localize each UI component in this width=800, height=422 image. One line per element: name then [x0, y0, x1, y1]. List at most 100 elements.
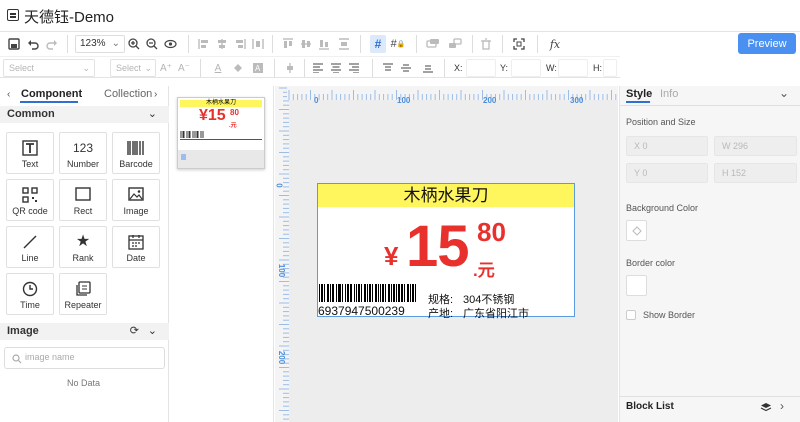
component-text[interactable]: Text [6, 132, 54, 174]
text-align-center-icon[interactable] [328, 59, 344, 77]
image-section-header[interactable]: Image ⟳ ⌄ [0, 323, 169, 340]
text-bg-icon[interactable]: A [250, 59, 266, 77]
x-input[interactable] [466, 59, 496, 77]
component-date[interactable]: Date [112, 226, 160, 268]
formula-icon[interactable]: fx [546, 35, 564, 53]
price-integer[interactable]: 15 [406, 217, 470, 277]
price-label[interactable]: 木柄水果刀 ¥ 15 80 .元 6937947500239 规格: 304不锈… [317, 183, 575, 320]
h-input[interactable] [603, 59, 617, 77]
zoom-in-icon[interactable] [126, 35, 142, 53]
distribute-h-icon[interactable] [250, 35, 266, 53]
font-size-select[interactable]: Select ⌄ [110, 59, 156, 77]
group-icon[interactable] [424, 35, 442, 53]
align-center-icon[interactable] [214, 35, 230, 53]
font-grow-icon[interactable]: A⁺ [158, 59, 174, 77]
chevron-right-icon[interactable]: › [780, 399, 784, 413]
delete-icon[interactable] [478, 35, 494, 53]
zoom-out-icon[interactable] [144, 35, 160, 53]
component-image[interactable]: Image [112, 179, 160, 221]
image-search-input[interactable]: image name [4, 347, 165, 369]
align-right-icon[interactable] [232, 35, 248, 53]
chevron-down-icon[interactable]: ⌄ [148, 323, 157, 340]
barcode-number[interactable]: 6937947500239 [318, 304, 405, 318]
block-list-title[interactable]: Block List [626, 401, 674, 412]
currency-symbol[interactable]: ¥ [384, 241, 398, 272]
save-icon[interactable] [6, 35, 22, 53]
align-top-icon[interactable] [280, 35, 296, 53]
show-border-checkbox[interactable] [626, 310, 636, 320]
chevron-left-icon[interactable]: ‹ [7, 89, 10, 100]
text-align-left-icon[interactable] [310, 59, 326, 77]
tab-component[interactable]: Component [21, 88, 82, 100]
y-field[interactable]: Y 0 [626, 163, 708, 183]
number-icon: 123 [72, 141, 94, 155]
flag-icon [181, 154, 186, 160]
font-color-icon[interactable]: A [210, 59, 226, 77]
barcode-bar [342, 284, 343, 302]
barcode-image[interactable] [318, 284, 418, 304]
text-align-right-icon[interactable] [346, 59, 362, 77]
eye-icon[interactable] [162, 35, 178, 53]
tab-collection[interactable]: Collection [104, 88, 152, 100]
bold-icon[interactable] [282, 59, 298, 77]
thumbnail-footer [178, 150, 264, 168]
component-rank[interactable]: ★ Rank [59, 226, 107, 268]
redo-icon[interactable] [44, 35, 60, 53]
component-line[interactable]: Line [6, 226, 54, 268]
fill-color-icon[interactable] [230, 59, 246, 77]
width-field[interactable]: W 296 [714, 136, 797, 156]
component-repeater[interactable]: Repeater [59, 273, 107, 315]
common-section-header[interactable]: Common ⌄ [0, 106, 169, 123]
grid-toggle-icon[interactable]: # [370, 35, 386, 53]
preview-button[interactable]: Preview [738, 33, 796, 54]
font-shrink-icon[interactable]: A⁻ [176, 59, 192, 77]
valign-bottom-icon[interactable] [420, 59, 436, 77]
component-time[interactable]: Time [6, 273, 54, 315]
barcode-bar [398, 284, 399, 302]
refresh-icon[interactable]: ⟳ [130, 323, 139, 340]
origin-label[interactable]: 产地: [428, 305, 453, 321]
component-qrcode[interactable]: QR code [6, 179, 54, 221]
background-color-swatch[interactable] [626, 220, 647, 241]
undo-icon[interactable] [25, 35, 41, 53]
divider [444, 59, 445, 77]
barcode-bar [410, 284, 411, 302]
layers-icon[interactable] [760, 402, 772, 413]
distribute-v-icon[interactable] [336, 35, 352, 53]
price-cents[interactable]: 80 [477, 217, 506, 248]
tab-info[interactable]: Info [660, 88, 678, 100]
image-section-title: Image [7, 325, 39, 337]
fit-screen-icon[interactable] [511, 35, 527, 53]
rect-icon [75, 187, 91, 201]
font-family-placeholder: Select [9, 63, 35, 73]
clock-icon [22, 281, 38, 297]
height-field[interactable]: H 152 [714, 163, 797, 183]
valign-middle-icon[interactable] [398, 59, 414, 77]
chevron-right-icon[interactable]: › [154, 89, 157, 100]
ungroup-icon[interactable] [446, 35, 464, 53]
price-unit[interactable]: .元 [473, 256, 495, 281]
align-bottom-icon[interactable] [316, 35, 332, 53]
label-title[interactable]: 木柄水果刀 [318, 184, 574, 207]
tab-style[interactable]: Style [626, 88, 652, 100]
image-icon [128, 187, 144, 201]
barcode-bar [413, 284, 414, 302]
x-field[interactable]: X 0 [626, 136, 708, 156]
w-input[interactable] [558, 59, 588, 77]
align-middle-icon[interactable] [298, 35, 314, 53]
page-thumbnail[interactable]: 木柄水果刀 ¥15 80 .元 [177, 97, 265, 169]
chevron-down-icon[interactable]: ⌄ [779, 86, 789, 100]
barcode-bar [333, 284, 334, 302]
component-rect[interactable]: Rect [59, 179, 107, 221]
component-number[interactable]: 123 Number [59, 132, 107, 174]
border-color-swatch[interactable] [626, 275, 647, 296]
zoom-select[interactable]: 123% ⌄ [75, 35, 125, 53]
component-barcode[interactable]: Barcode [112, 132, 160, 174]
y-input[interactable] [511, 59, 541, 77]
font-family-select[interactable]: Select ⌄ [3, 59, 95, 77]
origin-value[interactable]: 广东省阳江市 [463, 305, 529, 321]
align-left-icon[interactable] [196, 35, 212, 53]
grid-lock-icon[interactable]: # 🔒 [390, 35, 406, 53]
barcode-bar [369, 284, 370, 302]
valign-top-icon[interactable] [380, 59, 396, 77]
